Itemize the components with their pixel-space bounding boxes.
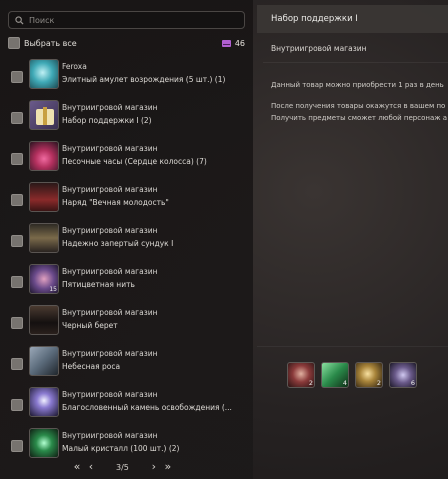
mail-icon xyxy=(221,39,231,47)
search-icon xyxy=(15,15,24,25)
item-name: Песочные часы (Сердце колосса) (7) xyxy=(62,157,207,166)
search-box[interactable] xyxy=(8,11,245,29)
outfit-icon xyxy=(29,182,59,212)
detail-text-block: После получения товары окажутся в вашем … xyxy=(271,100,448,124)
prev-page-button[interactable]: ‹ xyxy=(84,460,98,474)
attachment-count: 6 xyxy=(410,379,415,387)
page-indicator: 3/5 xyxy=(116,462,129,472)
attachment-count: 4 xyxy=(342,379,347,387)
item-checkbox[interactable] xyxy=(11,112,23,124)
item-name: Элитный амулет возрождения (5 шт.) (1) xyxy=(62,75,226,84)
divider xyxy=(263,62,448,63)
item-source: Внутриигровой магазин xyxy=(62,390,158,399)
attachment-count: 2 xyxy=(308,379,313,387)
list-item[interactable]: Внутриигровой магазин Благословенный кам… xyxy=(0,385,253,425)
item-checkbox[interactable] xyxy=(11,153,23,165)
item-checkbox[interactable] xyxy=(11,317,23,329)
detail-text-3: Получить предметы сможет любой персонаж … xyxy=(271,114,448,122)
item-name: Набор поддержки I (2) xyxy=(62,116,152,125)
item-source: Внутриигровой магазин xyxy=(62,185,158,194)
select-all-label[interactable]: Выбрать все xyxy=(24,39,77,48)
amulet-icon xyxy=(29,59,59,89)
first-page-button[interactable]: « xyxy=(70,460,84,474)
item-source: Внутриигровой магазин xyxy=(62,103,158,112)
hourglass-icon xyxy=(29,141,59,171)
item-name: Малый кристалл (100 шт.) (2) xyxy=(62,444,180,453)
detail-source: Внутриигровой магазин xyxy=(271,44,367,53)
list-item[interactable]: Feroxa Элитный амулет возрождения (5 шт.… xyxy=(0,57,253,97)
thread-icon: 15 xyxy=(29,264,59,294)
mail-count: 46 xyxy=(221,38,245,48)
green-crystal-icon xyxy=(29,428,59,458)
next-page-button[interactable]: › xyxy=(147,460,161,474)
item-name: Надежно запертый сундук I xyxy=(62,239,174,248)
list-item[interactable]: Внутриигровой магазин Набор поддержки I … xyxy=(0,98,253,138)
dew-icon xyxy=(29,346,59,376)
search-input[interactable] xyxy=(29,15,229,25)
potion-red-icon[interactable]: 2 xyxy=(287,362,315,388)
detail-title: Набор поддержки I xyxy=(257,5,448,33)
item-checkbox[interactable] xyxy=(11,358,23,370)
item-name: Благословенный камень освобождения (... xyxy=(62,403,232,412)
crystal-icon xyxy=(29,387,59,417)
item-name: Пятицветная нить xyxy=(62,280,135,289)
last-page-button[interactable]: » xyxy=(161,460,175,474)
item-source: Внутриигровой магазин xyxy=(62,349,158,358)
item-name: Черный берет xyxy=(62,321,118,330)
item-checkbox[interactable] xyxy=(11,440,23,452)
item-source: Внутриигровой магазин xyxy=(62,226,158,235)
list-item[interactable]: Внутриигровой магазин Песочные часы (Сер… xyxy=(0,139,253,179)
item-source: Внутриигровой магазин xyxy=(62,144,158,153)
list-item[interactable]: 15 Внутриигровой магазин Пятицветная нит… xyxy=(0,262,253,302)
mail-list-panel: Выбрать все 46 Feroxa Элитный амулет воз… xyxy=(0,0,253,479)
detail-text-2: После получения товары окажутся в вашем … xyxy=(271,102,446,110)
item-checkbox[interactable] xyxy=(11,276,23,288)
item-checkbox[interactable] xyxy=(11,71,23,83)
item-name: Наряд "Вечная молодость" xyxy=(62,198,169,207)
list-item[interactable]: Внутриигровой магазин Наряд "Вечная моло… xyxy=(0,180,253,220)
mail-detail-panel: Набор поддержки I Внутриигровой магазин … xyxy=(257,0,448,479)
item-badge: 15 xyxy=(49,286,57,293)
list-item[interactable]: Внутриигровой магазин Черный берет xyxy=(0,303,253,343)
green-book-icon[interactable]: 4 xyxy=(321,362,349,388)
attachments: 2 4 2 6 xyxy=(287,362,417,388)
item-source: Внутриигровой магазин xyxy=(62,267,158,276)
gift-box-icon xyxy=(29,100,59,130)
divider xyxy=(257,346,448,347)
chest-icon xyxy=(29,223,59,253)
gold-orb-icon[interactable]: 2 xyxy=(355,362,383,388)
gem-cluster-icon[interactable]: 6 xyxy=(389,362,417,388)
select-all-checkbox[interactable] xyxy=(8,37,20,49)
mail-count-value: 46 xyxy=(234,38,245,48)
item-checkbox[interactable] xyxy=(11,194,23,206)
list-item[interactable]: Внутриигровой магазин Надежно запертый с… xyxy=(0,221,253,261)
detail-text-1: Данный товар можно приобрести 1 раз в де… xyxy=(271,81,444,89)
list-item[interactable]: Внутриигровой магазин Небесная роса xyxy=(0,344,253,384)
select-all-row: Выбрать все 46 xyxy=(8,36,245,50)
item-checkbox[interactable] xyxy=(11,399,23,411)
item-source: Feroxa xyxy=(62,62,87,71)
pagination: « ‹ 3/5 › » xyxy=(70,460,190,474)
beret-icon xyxy=(29,305,59,335)
item-name: Небесная роса xyxy=(62,362,121,371)
item-checkbox[interactable] xyxy=(11,235,23,247)
item-source: Внутриигровой магазин xyxy=(62,308,158,317)
item-source: Внутриигровой магазин xyxy=(62,431,158,440)
attachment-count: 2 xyxy=(376,379,381,387)
